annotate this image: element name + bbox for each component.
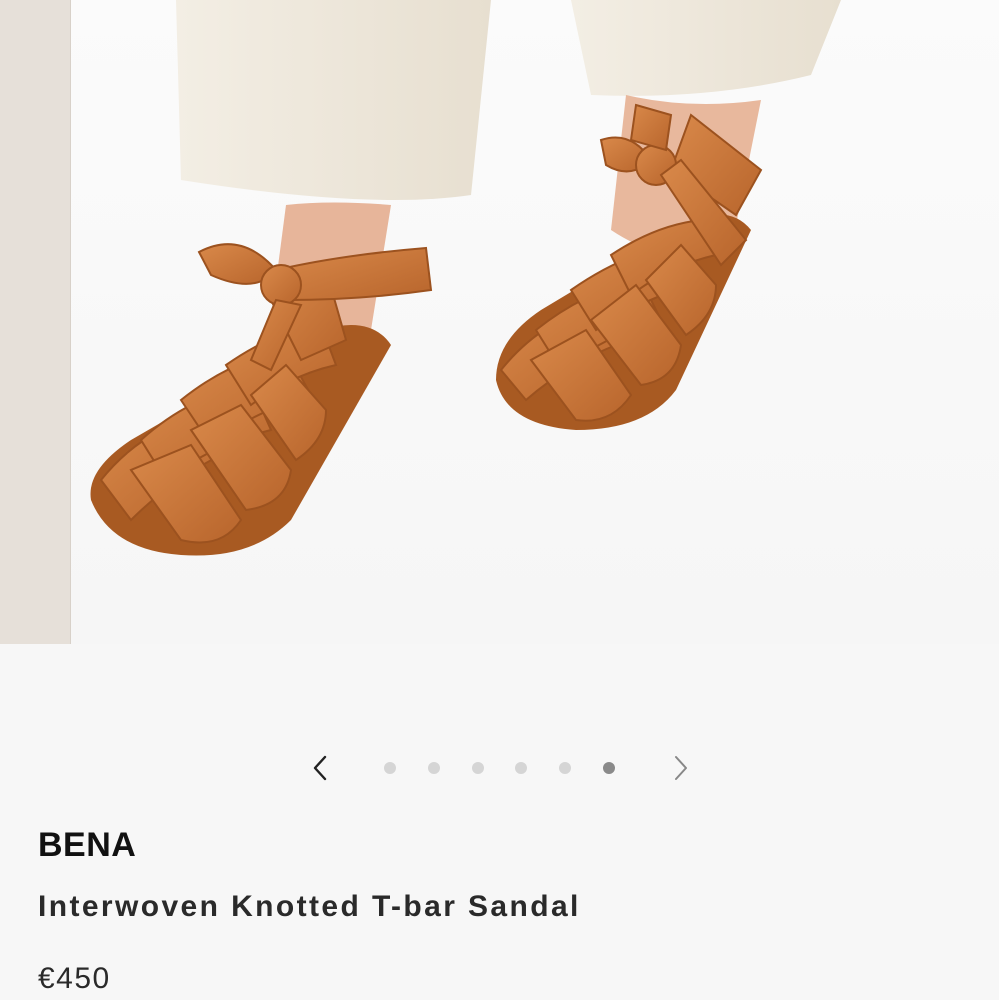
product-price: €450 [38, 962, 111, 995]
previous-image-button[interactable] [305, 752, 335, 784]
product-image [71, 0, 999, 644]
product-title: Interwoven Knotted T-bar Sandal [38, 890, 581, 923]
previous-image-peek[interactable] [0, 0, 71, 644]
brand-name[interactable]: BENA [38, 826, 136, 865]
carousel-dot-2[interactable] [428, 762, 440, 774]
carousel-dot-5[interactable] [559, 762, 571, 774]
image-carousel-controls [0, 748, 999, 788]
chevron-left-icon [313, 755, 327, 781]
chevron-right-icon [675, 756, 687, 780]
carousel-dot-1[interactable] [384, 762, 396, 774]
carousel-dot-6[interactable] [603, 762, 615, 774]
next-image-button[interactable] [666, 752, 696, 784]
carousel-dot-4[interactable] [515, 762, 527, 774]
product-image-gallery[interactable] [0, 0, 999, 644]
carousel-dot-3[interactable] [472, 762, 484, 774]
